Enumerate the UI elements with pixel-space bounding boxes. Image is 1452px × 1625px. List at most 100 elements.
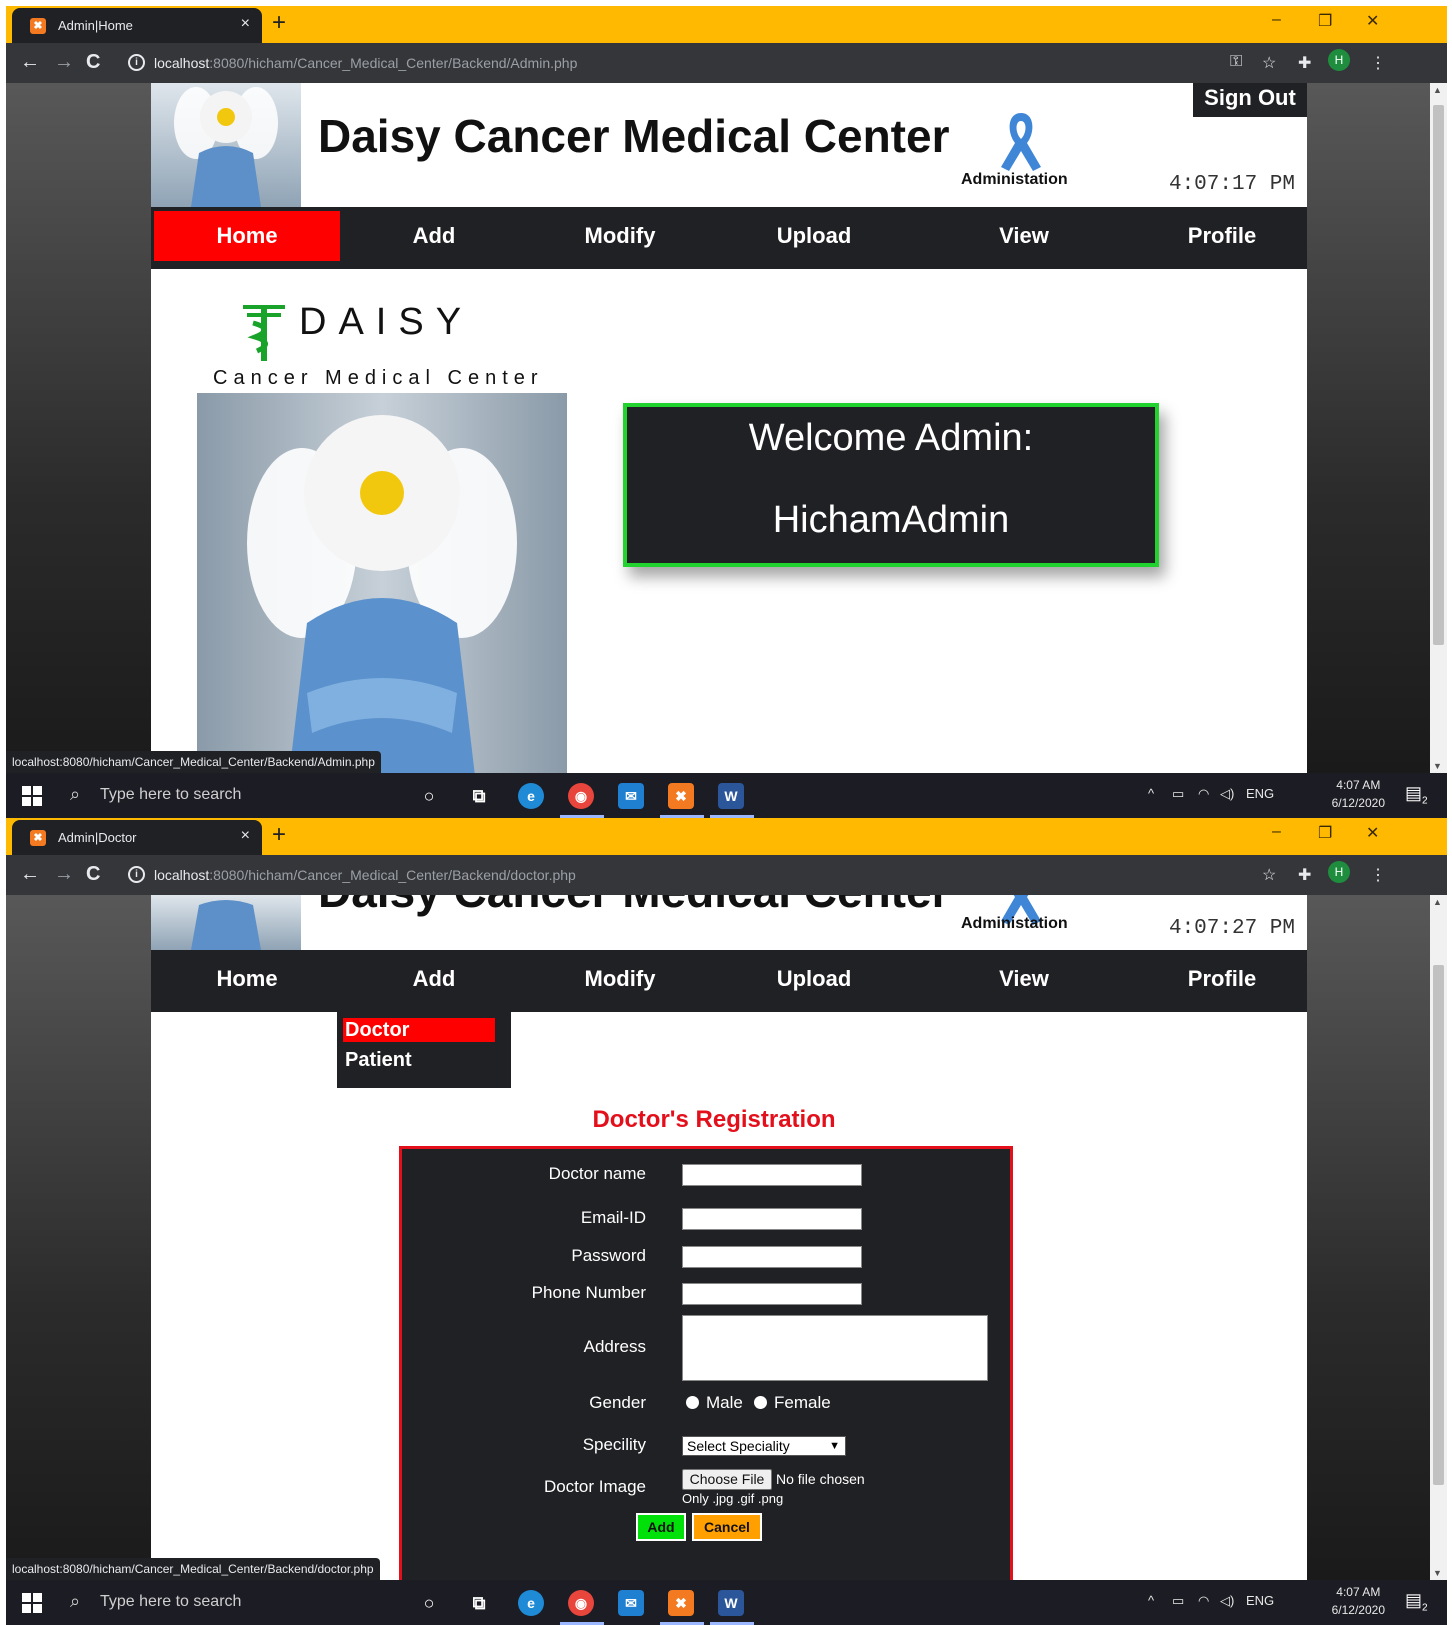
url-field[interactable]: i localhost:8080/hicham/Cancer_Medical_C… [120, 860, 1400, 890]
chrome-browser-icon[interactable]: ◉ [568, 1590, 594, 1616]
new-tab-button[interactable]: + [272, 821, 286, 849]
cortana-circle-icon[interactable]: ○ [416, 783, 442, 809]
wifi-icon[interactable]: ◠ [1198, 786, 1209, 802]
taskbar-clock[interactable]: 4:07 AM 6/12/2020 [1332, 1583, 1385, 1619]
vertical-scrollbar[interactable]: ▲ ▼ [1430, 83, 1447, 773]
phone-input[interactable] [682, 1283, 862, 1305]
volume-icon[interactable]: ◁) [1220, 786, 1234, 802]
nav-view[interactable]: View [931, 954, 1117, 1004]
battery-icon[interactable]: ▭ [1172, 1593, 1184, 1609]
url-field[interactable]: i localhost:8080/hicham/Cancer_Medical_C… [120, 48, 1400, 78]
nav-modify[interactable]: Modify [527, 954, 713, 1004]
dropdown-item-doctor[interactable]: Doctor [343, 1018, 495, 1042]
task-view-icon[interactable]: ⧉ [466, 1590, 492, 1616]
forward-button[interactable]: → [54, 51, 74, 74]
nav-upload[interactable]: Upload [721, 954, 907, 1004]
chrome-menu-icon[interactable]: ⋮ [1370, 53, 1386, 73]
xampp-icon[interactable]: ✖ [668, 1590, 694, 1616]
restore-button[interactable]: ❐ [1318, 11, 1332, 31]
scroll-down-arrow-icon[interactable]: ▼ [1433, 761, 1442, 771]
gender-male-radio[interactable] [686, 1396, 699, 1409]
tab-close-icon[interactable]: × [241, 827, 250, 845]
cancel-button[interactable]: Cancel [692, 1513, 762, 1541]
nav-home[interactable]: Home [154, 954, 340, 1004]
admin-home-page: Daisy Cancer Medical Center Administatio… [151, 83, 1307, 773]
nav-modify[interactable]: Modify [527, 211, 713, 261]
word-icon[interactable]: W [718, 783, 744, 809]
email-input[interactable] [682, 1208, 862, 1230]
sign-out-button[interactable]: Sign Out [1193, 83, 1307, 117]
taskbar-search-box[interactable]: ⌕ Type here to search [56, 1580, 402, 1625]
reload-button[interactable]: C [86, 51, 100, 74]
tray-chevron-icon[interactable]: ^ [1148, 786, 1154, 801]
nav-profile[interactable]: Profile [1129, 954, 1315, 1004]
mail-icon[interactable]: ✉ [618, 783, 644, 809]
volume-icon[interactable]: ◁) [1220, 1593, 1234, 1609]
action-center-icon[interactable]: ▤2 [1405, 783, 1429, 807]
windows-start-icon[interactable] [22, 786, 42, 806]
speciality-select[interactable]: Select Speciality ▼ [682, 1436, 846, 1456]
edge-browser-icon[interactable]: e [518, 1590, 544, 1616]
wifi-icon[interactable]: ◠ [1198, 1593, 1209, 1609]
scroll-down-arrow-icon[interactable]: ▼ [1433, 1568, 1442, 1578]
bookmark-star-icon[interactable]: ☆ [1262, 865, 1276, 885]
battery-icon[interactable]: ▭ [1172, 786, 1184, 802]
mail-icon[interactable]: ✉ [618, 1590, 644, 1616]
scroll-up-arrow-icon[interactable]: ▲ [1433, 85, 1442, 95]
nav-add[interactable]: Add [341, 211, 527, 261]
tab-close-icon[interactable]: × [241, 15, 250, 33]
windows-start-icon[interactable] [22, 1593, 42, 1613]
label-gender: Gender [589, 1393, 646, 1412]
key-icon[interactable]: ⚿ [1230, 53, 1242, 71]
edge-browser-icon[interactable]: e [518, 783, 544, 809]
close-window-button[interactable]: ✕ [1366, 11, 1379, 31]
new-tab-button[interactable]: + [272, 9, 286, 37]
language-indicator[interactable]: ENG [1246, 786, 1274, 801]
reload-button[interactable]: C [86, 863, 100, 886]
site-info-icon[interactable]: i [128, 54, 145, 71]
bookmark-star-icon[interactable]: ☆ [1262, 53, 1276, 73]
tray-chevron-icon[interactable]: ^ [1148, 1593, 1154, 1608]
vertical-scrollbar[interactable]: ▲ ▼ [1430, 895, 1447, 1580]
minimize-button[interactable]: – [1272, 823, 1281, 841]
nav-view[interactable]: View [931, 211, 1117, 261]
word-icon[interactable]: W [718, 1590, 744, 1616]
add-button[interactable]: Add [636, 1513, 686, 1541]
taskbar-search-box[interactable]: ⌕ Type here to search [56, 773, 402, 818]
back-button[interactable]: ← [20, 51, 40, 74]
task-view-icon[interactable]: ⧉ [466, 783, 492, 809]
scroll-up-arrow-icon[interactable]: ▲ [1433, 897, 1442, 907]
choose-file-button[interactable]: Choose File [682, 1469, 772, 1490]
cortana-circle-icon[interactable]: ○ [416, 1590, 442, 1616]
close-window-button[interactable]: ✕ [1366, 823, 1379, 843]
action-center-icon[interactable]: ▤2 [1405, 1590, 1429, 1614]
xampp-icon[interactable]: ✖ [668, 783, 694, 809]
restore-button[interactable]: ❐ [1318, 823, 1332, 843]
extensions-puzzle-icon[interactable]: ✚ [1298, 53, 1311, 73]
profile-avatar[interactable]: H [1328, 49, 1350, 71]
profile-avatar[interactable]: H [1328, 861, 1350, 883]
dropdown-item-patient[interactable]: Patient [343, 1048, 495, 1072]
password-input[interactable] [682, 1246, 862, 1268]
nav-profile[interactable]: Profile [1129, 211, 1315, 261]
taskbar-clock[interactable]: 4:07 AM 6/12/2020 [1332, 776, 1385, 812]
site-info-icon[interactable]: i [128, 866, 145, 883]
browser-tab-admin-doctor[interactable]: ✖ Admin|Doctor × [12, 820, 262, 855]
back-button[interactable]: ← [20, 863, 40, 886]
address-textarea[interactable] [682, 1315, 988, 1381]
gender-female-radio[interactable] [754, 1396, 767, 1409]
language-indicator[interactable]: ENG [1246, 1593, 1274, 1608]
scroll-thumb[interactable] [1433, 105, 1444, 645]
chrome-browser-icon[interactable]: ◉ [568, 783, 594, 809]
browser-tab-admin-home[interactable]: ✖ Admin|Home × [12, 8, 262, 43]
extensions-puzzle-icon[interactable]: ✚ [1298, 865, 1311, 885]
doctor-name-input[interactable] [682, 1164, 862, 1186]
minimize-button[interactable]: – [1272, 11, 1281, 29]
nav-add[interactable]: Add [341, 954, 527, 1004]
main-nav: Home Add Modify Upload View Profile [151, 207, 1307, 269]
scroll-thumb[interactable] [1433, 965, 1444, 1485]
nav-upload[interactable]: Upload [721, 211, 907, 261]
forward-button[interactable]: → [54, 863, 74, 886]
chrome-menu-icon[interactable]: ⋮ [1370, 865, 1386, 885]
nav-home[interactable]: Home [154, 211, 340, 261]
